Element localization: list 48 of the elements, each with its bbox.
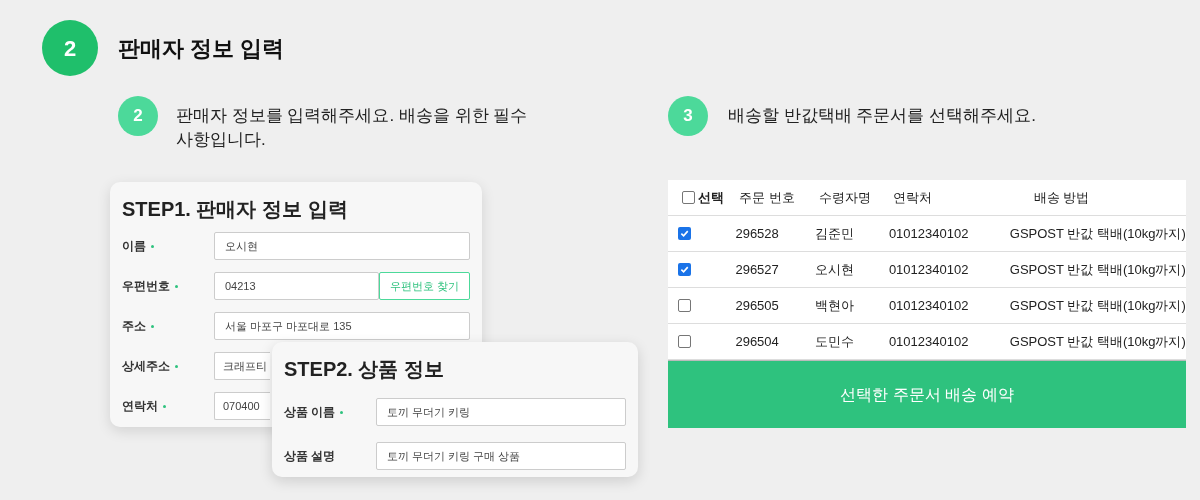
column-header: 주문 번호: [739, 189, 796, 205]
column-header: 수령자명: [818, 189, 871, 205]
input-field[interactable]: 서울 마포구 마포대로 135: [214, 312, 470, 340]
table-cell: 01012340102: [888, 333, 969, 349]
table-cell: 01012340102: [888, 225, 969, 241]
field-label: 상세주소: [122, 358, 170, 375]
table-cell: GSPOST 반값 택배(10kg까지): [1009, 297, 1186, 313]
field-label: 주소: [122, 318, 146, 335]
input-field[interactable]: 크래프티: [214, 352, 270, 380]
table-cell: 오시현: [814, 261, 854, 277]
table-cell: 도민수: [814, 333, 854, 349]
table-cell: GSPOST 반값 택배(10kg까지): [1009, 333, 1186, 349]
checkbox[interactable]: [678, 227, 691, 240]
field-label: 상품 설명: [284, 448, 336, 465]
field-label: 상품 이름: [284, 404, 336, 421]
table-cell: 01012340102: [888, 261, 969, 277]
checkbox[interactable]: [678, 263, 691, 276]
input-field[interactable]: 토끼 무더기 키링 구매 상품: [376, 442, 626, 470]
table-cell: 296504: [735, 333, 779, 349]
field-label: 우편번호: [122, 278, 170, 295]
section-title: 판매자 정보 입력: [118, 34, 285, 63]
checkbox[interactable]: [682, 191, 695, 204]
table-cell: GSPOST 반값 택배(10kg까지): [1009, 261, 1186, 277]
table-cell: 296527: [735, 261, 779, 277]
field-label: 연락처: [122, 398, 158, 415]
table-cell: 296505: [735, 297, 779, 313]
table-cell: GSPOST 반값 택배(10kg까지): [1009, 225, 1186, 241]
input-field[interactable]: 04213: [214, 272, 379, 300]
input-field[interactable]: 토끼 무더기 키링: [376, 398, 626, 426]
step-number-badge: 3: [668, 96, 708, 136]
checkbox[interactable]: [678, 299, 691, 312]
card-title: STEP2. 상품 정보: [284, 357, 446, 382]
card-title: STEP1. 판매자 정보 입력: [122, 197, 349, 222]
field-label: 이름: [122, 238, 146, 255]
table-cell: 백현아: [814, 297, 854, 313]
column-header: 선택: [698, 188, 724, 207]
step-number-badge: 2: [118, 96, 158, 136]
table-cell: 296528: [735, 225, 779, 241]
column-header: 배송 방법: [1033, 189, 1090, 205]
column-header: 연락처: [892, 189, 932, 205]
section-number-badge: 2: [42, 20, 98, 76]
checkbox[interactable]: [678, 335, 691, 348]
step-instruction: 판매자 정보를 입력해주세요. 배송을 위한 필수 사항입니다.: [176, 105, 529, 151]
step-instruction: 배송할 반값택배 주문서를 선택해주세요.: [728, 105, 1036, 128]
input-field[interactable]: 오시현: [214, 232, 470, 260]
input-field[interactable]: 070400: [214, 392, 270, 420]
table-cell: 김준민: [814, 225, 854, 241]
table-cell: 01012340102: [888, 297, 969, 313]
